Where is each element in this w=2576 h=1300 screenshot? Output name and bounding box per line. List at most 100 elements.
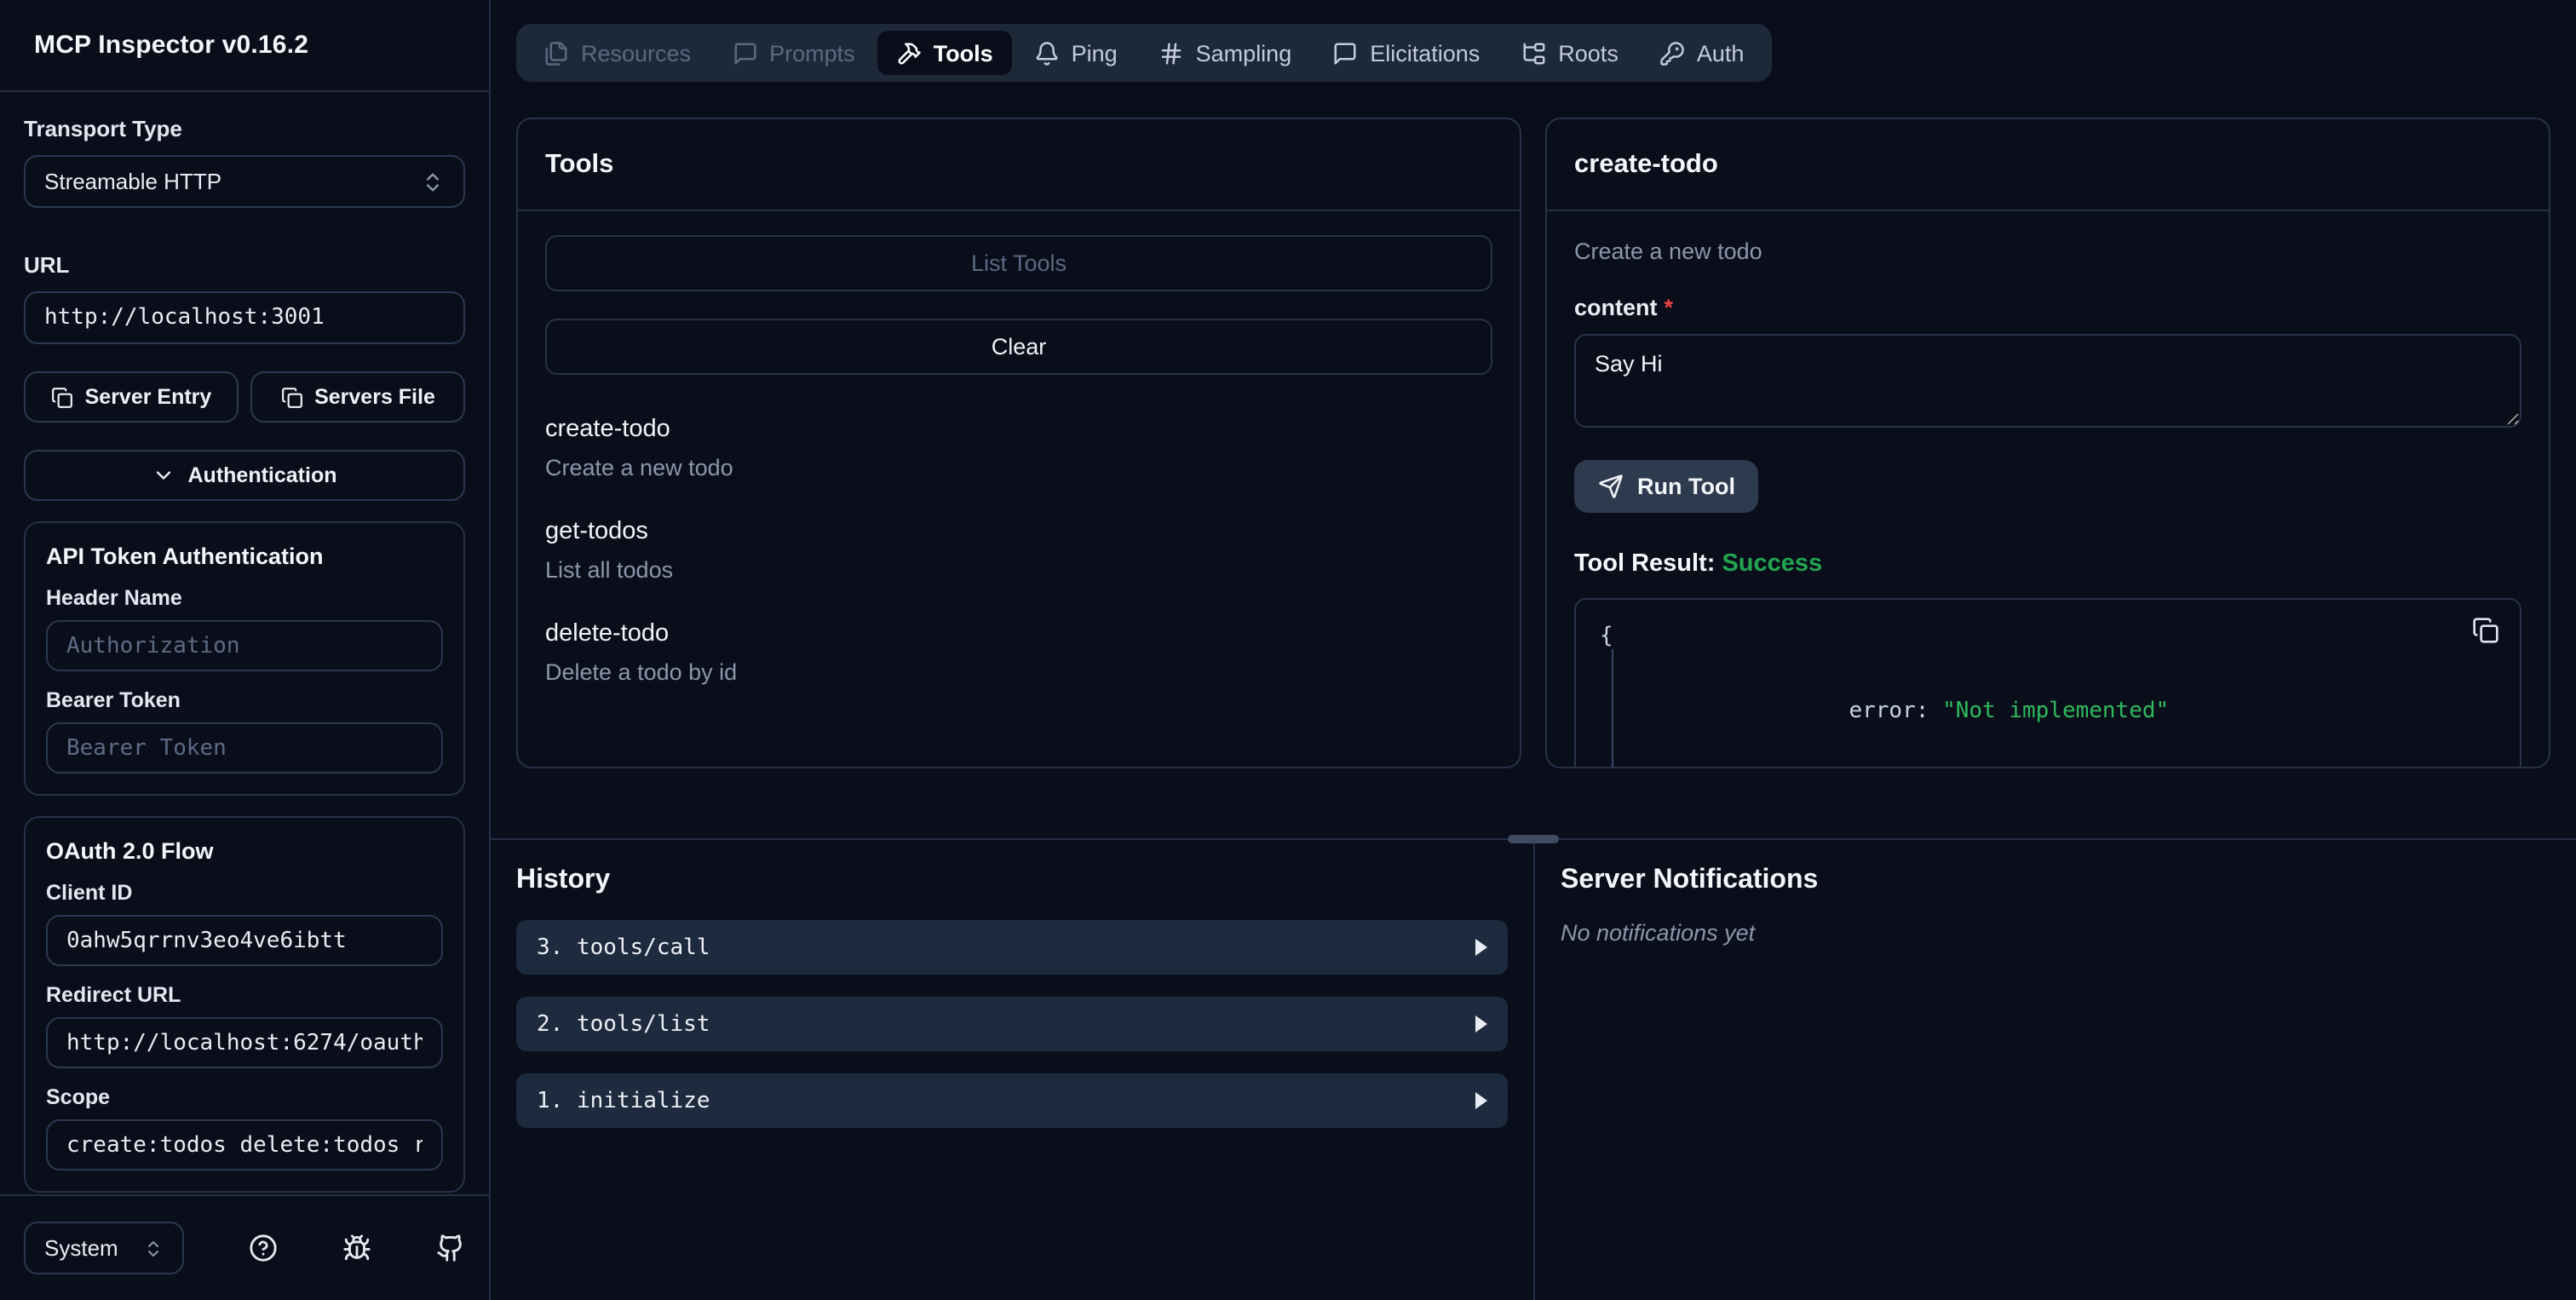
tab-elicitations[interactable]: Elicitations xyxy=(1314,31,1498,75)
sidebar-footer: System xyxy=(0,1194,489,1300)
app-root: MCP Inspector v0.16.2 Transport Type Str… xyxy=(0,0,2576,1300)
tab-prompts[interactable]: Prompts xyxy=(713,31,874,75)
tool-detail-body: Create a new todo content * Say Hi Run To… xyxy=(1547,211,2549,767)
tool-result-json: { error: "Not implemented" } xyxy=(1574,598,2521,767)
send-icon xyxy=(1598,474,1624,499)
oauth-flow-title: OAuth 2.0 Flow xyxy=(46,838,214,864)
tab-sampling[interactable]: Sampling xyxy=(1140,31,1311,75)
clear-tools-button[interactable]: Clear xyxy=(545,319,1492,375)
json-key: error: xyxy=(1849,699,1943,724)
copy-icon xyxy=(2472,617,2499,644)
authentication-label: Authentication xyxy=(187,463,337,487)
tab-auth[interactable]: Auth xyxy=(1641,31,1763,75)
run-tool-label: Run Tool xyxy=(1637,474,1735,499)
api-token-auth-section: API Token Authentication Header Name Bea… xyxy=(24,521,465,796)
tab-bar: Resources Prompts Tools Ping Sampling El… xyxy=(516,24,1772,82)
server-entry-label: Server Entry xyxy=(84,385,212,409)
list-item[interactable]: create-todo Create a new todo xyxy=(545,416,1492,480)
tab-label: Prompts xyxy=(769,40,855,66)
tool-detail-title: create-todo xyxy=(1574,149,1718,178)
tool-name: delete-todo xyxy=(545,620,670,647)
main-area: Resources Prompts Tools Ping Sampling El… xyxy=(491,0,2576,1300)
github-button[interactable] xyxy=(436,1234,465,1263)
tab-resources[interactable]: Resources xyxy=(525,31,710,75)
horizontal-divider xyxy=(491,835,2576,843)
tab-label: Tools xyxy=(933,40,993,66)
history-title: History xyxy=(516,866,611,894)
tab-label: Roots xyxy=(1558,40,1619,66)
header-name-input[interactable] xyxy=(46,620,443,671)
list-item[interactable]: get-todos List all todos xyxy=(545,518,1492,583)
sidebar: MCP Inspector v0.16.2 Transport Type Str… xyxy=(0,0,491,1300)
client-id-label: Client ID xyxy=(46,881,133,905)
tab-label: Auth xyxy=(1696,40,1745,66)
tool-detail-description: Create a new todo xyxy=(1574,239,1762,264)
redirect-url-input[interactable] xyxy=(46,1017,443,1068)
hash-icon xyxy=(1159,40,1184,66)
header-name-label: Header Name xyxy=(46,586,182,610)
chevrons-up-down-icon xyxy=(143,1238,164,1258)
expand-arrow-icon xyxy=(1475,1015,1487,1033)
required-marker: * xyxy=(1664,295,1674,320)
tab-label: Ping xyxy=(1071,40,1118,66)
json-error-line: error: "Not implemented" xyxy=(1600,649,2496,767)
list-item[interactable]: 3. tools/call xyxy=(516,920,1508,975)
copy-icon xyxy=(280,386,302,408)
tool-detail-header: create-todo xyxy=(1547,119,2549,211)
client-id-input[interactable] xyxy=(46,915,443,966)
tab-tools[interactable]: Tools xyxy=(877,31,1012,75)
tool-description: Create a new todo xyxy=(545,455,733,480)
list-tools-button[interactable]: List Tools xyxy=(545,235,1492,291)
list-item[interactable]: 1. initialize xyxy=(516,1073,1508,1128)
help-button[interactable] xyxy=(249,1234,278,1263)
message-square-icon xyxy=(1332,40,1358,66)
run-tool-button[interactable]: Run Tool xyxy=(1574,460,1759,513)
list-item[interactable]: delete-todo Delete a todo by id xyxy=(545,620,1492,685)
history-item-label: 2. tools/list xyxy=(537,1011,710,1037)
copy-icon xyxy=(51,386,73,408)
scope-label: Scope xyxy=(46,1085,111,1109)
servers-file-button[interactable]: Servers File xyxy=(250,371,465,423)
json-value: "Not implemented" xyxy=(1942,699,2170,724)
transport-type-select[interactable]: Streamable HTTP xyxy=(24,155,465,208)
content-field-textarea[interactable]: Say Hi xyxy=(1574,334,2521,428)
tab-label: Sampling xyxy=(1195,40,1292,66)
report-bug-button[interactable] xyxy=(342,1234,371,1263)
tools-panel-body: List Tools Clear create-todo Create a ne… xyxy=(518,211,1520,767)
redirect-url-label: Redirect URL xyxy=(46,983,181,1007)
authentication-toggle-button[interactable]: Authentication xyxy=(24,450,465,501)
url-label: URL xyxy=(24,252,70,278)
main-bottom-section: History 3. tools/call 2. tools/list 1. i… xyxy=(491,840,2576,1300)
expand-arrow-icon xyxy=(1475,1092,1487,1109)
api-token-auth-title: API Token Authentication xyxy=(46,544,324,569)
app-title: MCP Inspector v0.16.2 xyxy=(34,31,309,60)
tool-description: List all todos xyxy=(545,557,674,583)
tool-result-status: Success xyxy=(1722,550,1823,578)
url-input[interactable] xyxy=(24,291,465,344)
bearer-token-input[interactable] xyxy=(46,722,443,774)
help-circle-icon xyxy=(249,1234,278,1263)
github-icon xyxy=(436,1234,465,1263)
tool-result-line: Tool Result: Success xyxy=(1574,550,2521,578)
main-top-section: Resources Prompts Tools Ping Sampling El… xyxy=(491,0,2576,838)
resize-handle[interactable] xyxy=(1508,835,1559,843)
scope-input[interactable] xyxy=(46,1119,443,1171)
tool-detail-panel: create-todo Create a new todo content * S… xyxy=(1545,118,2550,768)
tool-name: get-todos xyxy=(545,518,648,545)
transport-type-value: Streamable HTTP xyxy=(44,169,222,194)
server-entry-button[interactable]: Server Entry xyxy=(24,371,239,423)
expand-arrow-icon xyxy=(1475,939,1487,956)
tab-label: Elicitations xyxy=(1370,40,1481,66)
files-icon xyxy=(543,40,569,66)
tab-roots[interactable]: Roots xyxy=(1502,31,1637,75)
panels-row: Tools List Tools Clear create-todo Creat… xyxy=(516,118,2550,768)
chevron-down-icon xyxy=(152,463,176,487)
message-square-icon xyxy=(732,40,757,66)
list-item[interactable]: 2. tools/list xyxy=(516,997,1508,1051)
tab-ping[interactable]: Ping xyxy=(1015,31,1136,75)
theme-select[interactable]: System xyxy=(24,1222,184,1274)
tools-panel-header: Tools xyxy=(518,119,1520,211)
bearer-token-label: Bearer Token xyxy=(46,688,181,712)
json-open-brace: { xyxy=(1600,624,1613,649)
copy-result-button[interactable] xyxy=(2472,617,2499,644)
